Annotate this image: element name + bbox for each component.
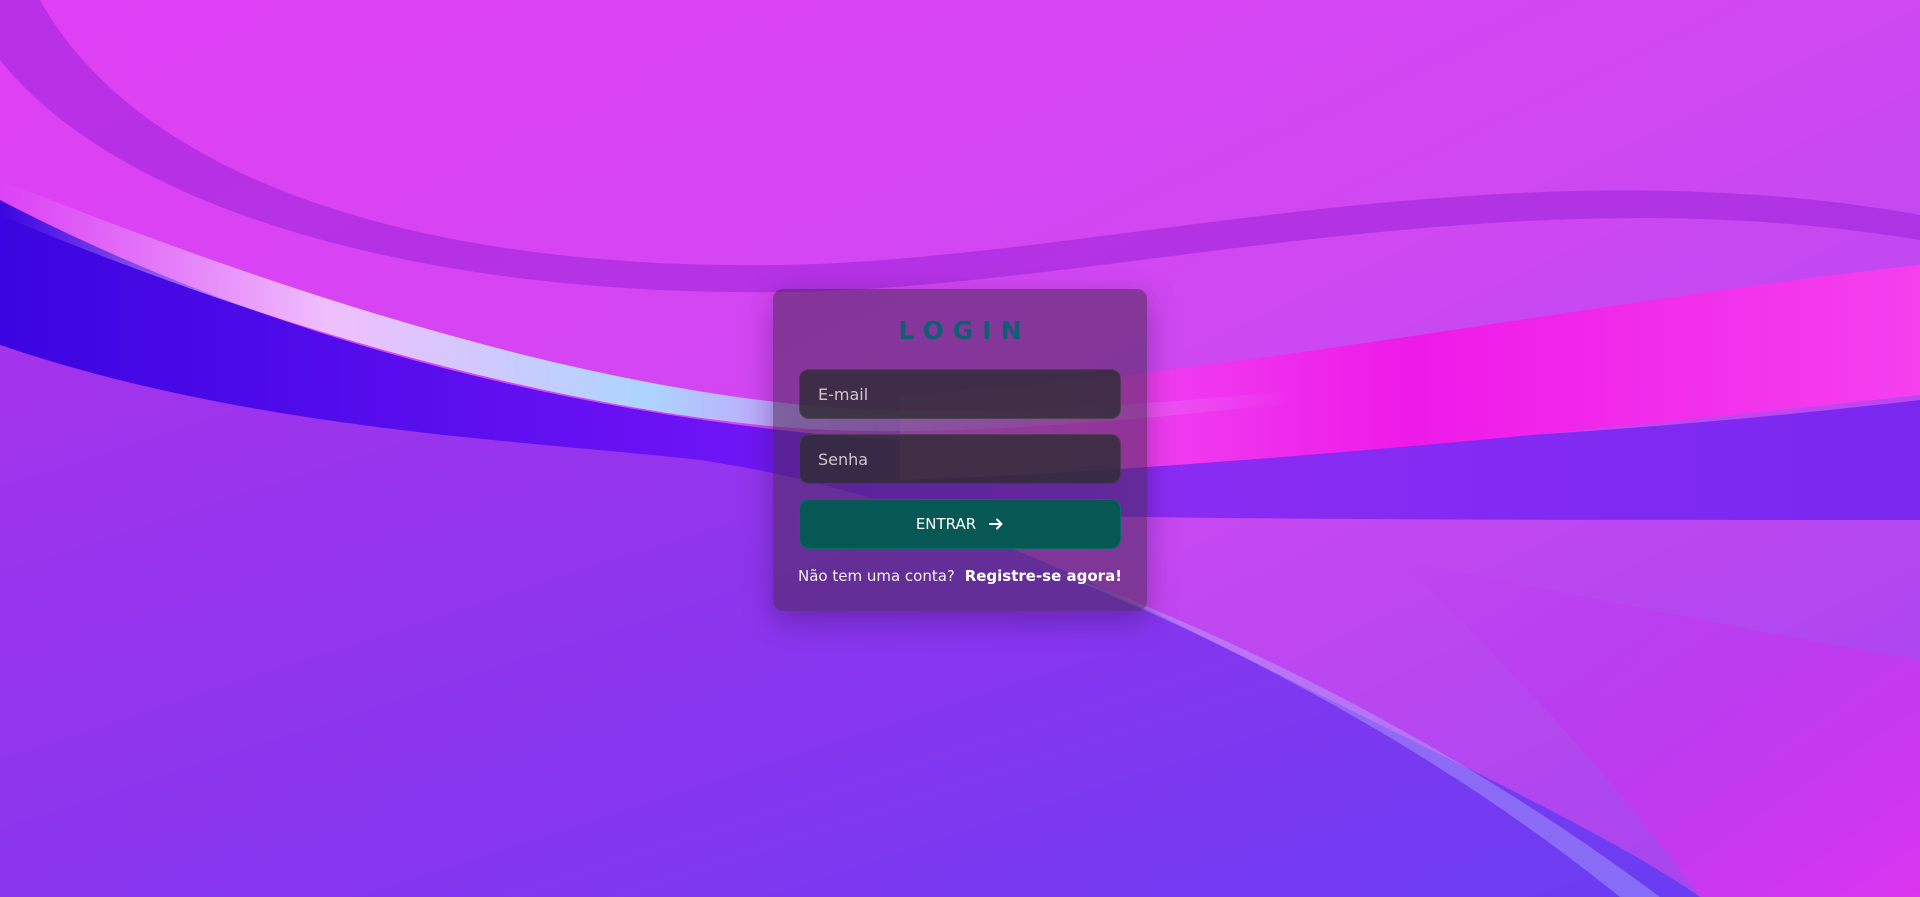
arrow-right-icon [988, 516, 1004, 532]
login-title: LOGIN [898, 316, 1031, 345]
register-link[interactable]: Registre-se agora! [965, 567, 1122, 585]
register-prompt: Não tem uma conta? [798, 567, 955, 585]
register-prompt-line: Não tem uma conta? Registre-se agora! [798, 567, 1122, 585]
login-submit-label: ENTRAR [915, 515, 977, 533]
email-input[interactable] [799, 369, 1121, 419]
login-card: LOGIN ENTRAR Não tem uma conta? Registre… [773, 289, 1147, 611]
password-input[interactable] [799, 434, 1121, 484]
login-submit-button[interactable]: ENTRAR [799, 499, 1121, 549]
